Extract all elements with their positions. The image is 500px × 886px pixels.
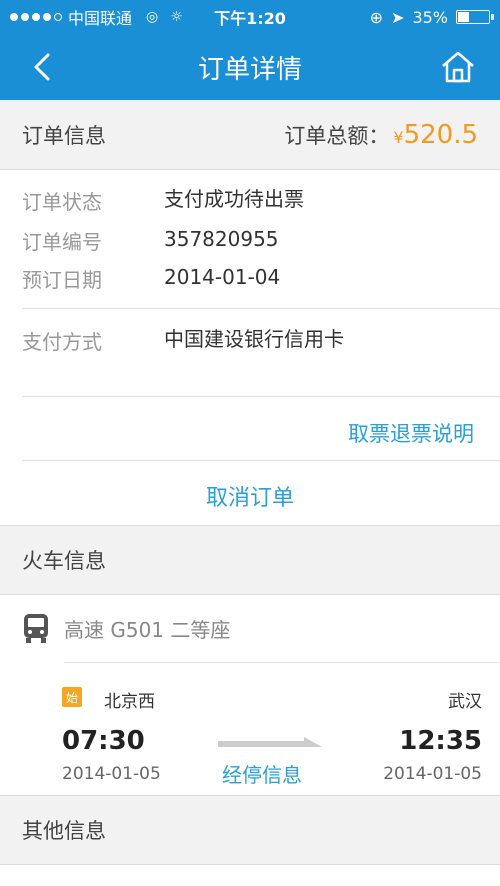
train-description: 高速 G501 二等座 bbox=[64, 617, 231, 642]
status-bar: 中国联通 ◎ ☼ 下午1:20 ⊕ ➤ 35% bbox=[0, 0, 500, 34]
carrier-name: 中国联通 bbox=[68, 9, 133, 28]
train-info-header: 火车信息 bbox=[0, 525, 500, 595]
order-number-label: 订单编号 bbox=[22, 230, 102, 254]
activity-icon: ☼ bbox=[170, 9, 183, 25]
wifi-icon: ◎ bbox=[146, 9, 159, 25]
chevron-left-icon bbox=[34, 53, 50, 81]
train-info-title: 火车信息 bbox=[22, 549, 106, 573]
home-button[interactable] bbox=[440, 50, 476, 84]
page-title: 订单详情 bbox=[197, 54, 302, 85]
order-number-row: 订单编号 357820955 bbox=[22, 226, 384, 255]
currency-symbol: ¥ bbox=[393, 127, 404, 147]
order-total: 订单总额： ¥ 520.5 bbox=[284, 120, 478, 150]
stops-info-link[interactable]: 经停信息 bbox=[222, 759, 302, 788]
arrow-right-icon bbox=[218, 737, 322, 747]
refund-instructions-link[interactable]: 取票退票说明 bbox=[348, 418, 474, 448]
start-station-badge: 始 bbox=[62, 687, 82, 707]
cancel-order-button[interactable]: 取消订单 bbox=[0, 480, 500, 512]
order-total-label: 订单总额： bbox=[284, 123, 390, 148]
booking-date-label: 预订日期 bbox=[22, 268, 102, 292]
divider bbox=[22, 460, 500, 461]
departure-station: 北京西 bbox=[104, 692, 155, 712]
other-info-title: 其他信息 bbox=[22, 819, 106, 843]
battery-percent: 35% bbox=[412, 7, 448, 27]
arrival-time: 12:35 bbox=[399, 726, 482, 756]
back-button[interactable] bbox=[28, 51, 60, 83]
arrival-date: 2014-01-05 bbox=[383, 764, 482, 784]
battery-icon bbox=[456, 10, 494, 24]
payment-method-value: 中国建设银行信用卡 bbox=[164, 327, 344, 351]
booking-date-value: 2014-01-04 bbox=[164, 265, 281, 289]
payment-method-row: 支付方式 中国建设银行信用卡 bbox=[22, 326, 364, 355]
payment-method-label: 支付方式 bbox=[22, 330, 102, 354]
order-info-title: 订单信息 bbox=[22, 123, 106, 148]
divider bbox=[22, 308, 500, 309]
order-number-value: 357820955 bbox=[164, 227, 279, 251]
arrival-station: 武汉 bbox=[448, 692, 482, 712]
order-status-row: 订单状态 支付成功待出票 bbox=[22, 186, 384, 215]
battery-level-fill bbox=[458, 12, 469, 22]
other-info-card bbox=[0, 865, 500, 886]
rotation-lock-icon: ⊕ bbox=[369, 7, 384, 27]
location-icon: ➤ bbox=[391, 7, 405, 27]
divider bbox=[22, 396, 500, 397]
signal-strength-icon bbox=[10, 13, 62, 21]
other-info-header: 其他信息 bbox=[0, 795, 500, 865]
divider bbox=[64, 662, 500, 663]
departure-time: 07:30 bbox=[62, 726, 145, 756]
order-status-label: 订单状态 bbox=[22, 190, 102, 214]
train-icon bbox=[24, 614, 48, 643]
departure-date: 2014-01-05 bbox=[62, 764, 161, 784]
order-info-header: 订单信息 订单总额： ¥ 520.5 bbox=[0, 100, 500, 170]
home-icon bbox=[442, 51, 474, 83]
train-description-row: 高速 G501 二等座 bbox=[22, 612, 230, 644]
order-total-amount: 520.5 bbox=[403, 119, 478, 150]
nav-bar: 订单详情 bbox=[0, 34, 500, 100]
order-status-value: 支付成功待出票 bbox=[164, 187, 304, 211]
booking-date-row: 预订日期 2014-01-04 bbox=[22, 264, 384, 293]
